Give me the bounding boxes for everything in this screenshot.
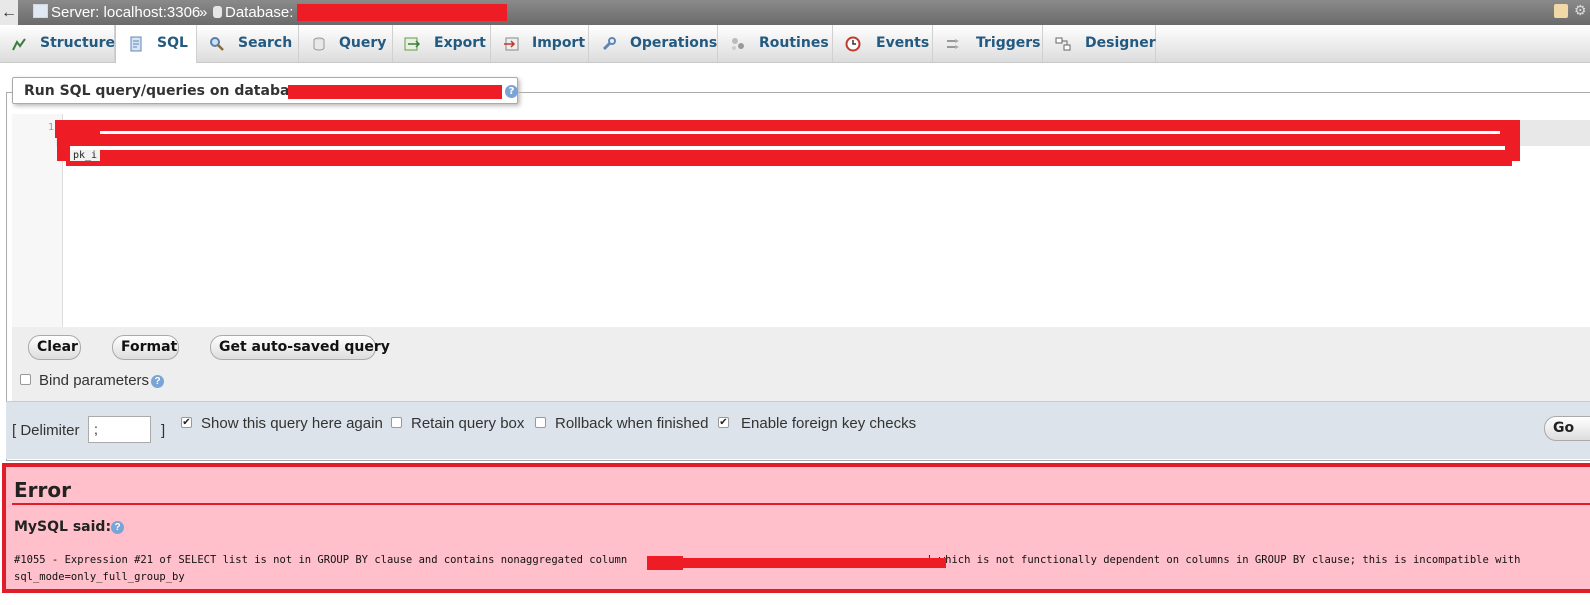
server-label[interactable]: Server: localhost:3306	[51, 4, 200, 21]
go-button[interactable]: Go	[1544, 416, 1590, 441]
tab-label: Routines	[759, 35, 829, 51]
export-icon	[404, 37, 420, 51]
error-divider	[12, 503, 1590, 505]
database-label[interactable]: Database:	[225, 4, 293, 21]
tab-triggers[interactable]: Triggers	[933, 25, 1043, 62]
error-message-part: sql_mode=only_full_group_by	[14, 571, 185, 583]
bind-parameters-label[interactable]: Bind parameters	[39, 372, 149, 389]
tab-structure[interactable]: Structure	[0, 25, 115, 62]
show-query-again-label[interactable]: Show this query here again	[201, 415, 383, 432]
server-icon	[33, 4, 48, 18]
tab-label: Export	[434, 35, 486, 51]
server-breadcrumb-link[interactable]: Server: localhost:3306	[33, 0, 200, 25]
breadcrumb-separator: »	[199, 4, 208, 21]
get-auto-saved-query-button[interactable]: Get auto-saved query	[210, 335, 390, 360]
error-title: Error	[14, 478, 71, 502]
redacted-column-name	[647, 556, 683, 570]
retain-query-box-label[interactable]: Retain query box	[411, 415, 524, 432]
sql-icon	[130, 36, 142, 52]
import-icon	[504, 37, 519, 51]
mysql-said-label: MySQL said:	[14, 519, 112, 535]
database-breadcrumb-link[interactable]: Database:	[213, 0, 293, 25]
error-message-part: #1055 - Expression #21 of SELECT list is…	[14, 554, 628, 566]
redaction-gap	[100, 131, 1500, 134]
tab-routines[interactable]: Routines	[718, 25, 833, 62]
format-button[interactable]: Format	[112, 335, 179, 360]
tab-operations[interactable]: Operations	[589, 25, 718, 62]
clock-icon	[845, 36, 861, 52]
triggers-icon	[947, 39, 959, 49]
tab-label: Designer	[1085, 35, 1156, 51]
redacted-column-name	[683, 558, 946, 568]
query-code-fragment: pk_i	[70, 150, 101, 161]
show-query-again-checkbox[interactable]: ✔	[181, 417, 192, 428]
lock-icon[interactable]	[1554, 4, 1568, 18]
tab-designer[interactable]: Designer	[1043, 25, 1156, 62]
tab-export[interactable]: Export	[393, 25, 491, 62]
search-icon	[210, 37, 224, 51]
query-panel-legend: Run SQL query/queries on database ?	[12, 77, 518, 104]
tab-label: Structure	[40, 35, 116, 51]
tab-sql[interactable]: SQL	[115, 25, 197, 63]
foreign-key-checks-label[interactable]: Enable foreign key checks	[741, 415, 916, 432]
top-menu-tabs: Structure SQL Search Query Export Import…	[0, 25, 1590, 63]
tab-label: Events	[876, 35, 930, 51]
tab-events[interactable]: Events	[833, 25, 933, 62]
delimiter-close: ]	[161, 422, 166, 439]
tab-search[interactable]: Search	[197, 25, 299, 62]
tab-label: SQL	[157, 35, 188, 51]
clear-button[interactable]: Clear	[28, 335, 81, 360]
rollback-label[interactable]: Rollback when finished	[555, 415, 708, 432]
wrench-icon	[602, 37, 616, 51]
retain-query-box-checkbox[interactable]	[391, 417, 402, 428]
help-icon[interactable]: ?	[505, 85, 518, 98]
tab-label: Triggers	[976, 35, 1041, 51]
delimiter-label: [ Delimiter	[12, 422, 80, 439]
tab-label: Import	[532, 35, 586, 51]
tab-import[interactable]: Import	[491, 25, 589, 62]
database-icon	[213, 6, 222, 18]
help-icon[interactable]: ?	[111, 521, 124, 534]
query-icon	[313, 37, 325, 51]
structure-icon	[12, 38, 26, 51]
tab-label: Operations	[630, 35, 718, 51]
error-message-part: ' which is not functionally dependent on…	[926, 554, 1521, 566]
tab-query[interactable]: Query	[299, 25, 393, 62]
rollback-checkbox[interactable]	[535, 417, 546, 428]
line-number: 1	[48, 122, 55, 133]
redacted-query-text	[66, 150, 1512, 166]
tab-label: Search	[238, 35, 293, 51]
legend-text: Run SQL query/queries on database	[24, 83, 308, 99]
tab-label: Query	[339, 35, 387, 51]
help-icon[interactable]: ?	[151, 375, 164, 388]
redacted-database-name	[297, 4, 507, 21]
routines-icon	[732, 38, 744, 50]
back-arrow-icon[interactable]: ←	[0, 0, 18, 25]
foreign-key-checks-checkbox[interactable]: ✔	[718, 417, 729, 428]
delimiter-input[interactable]: ;	[88, 416, 151, 443]
designer-icon	[1055, 37, 1071, 51]
bind-parameters-checkbox[interactable]	[20, 374, 31, 385]
gear-icon[interactable]: ⚙	[1574, 3, 1588, 17]
server-breadcrumb-bar: ← Server: localhost:3306 » Database: ⚙	[0, 0, 1590, 25]
redacted-database-name	[288, 85, 502, 99]
